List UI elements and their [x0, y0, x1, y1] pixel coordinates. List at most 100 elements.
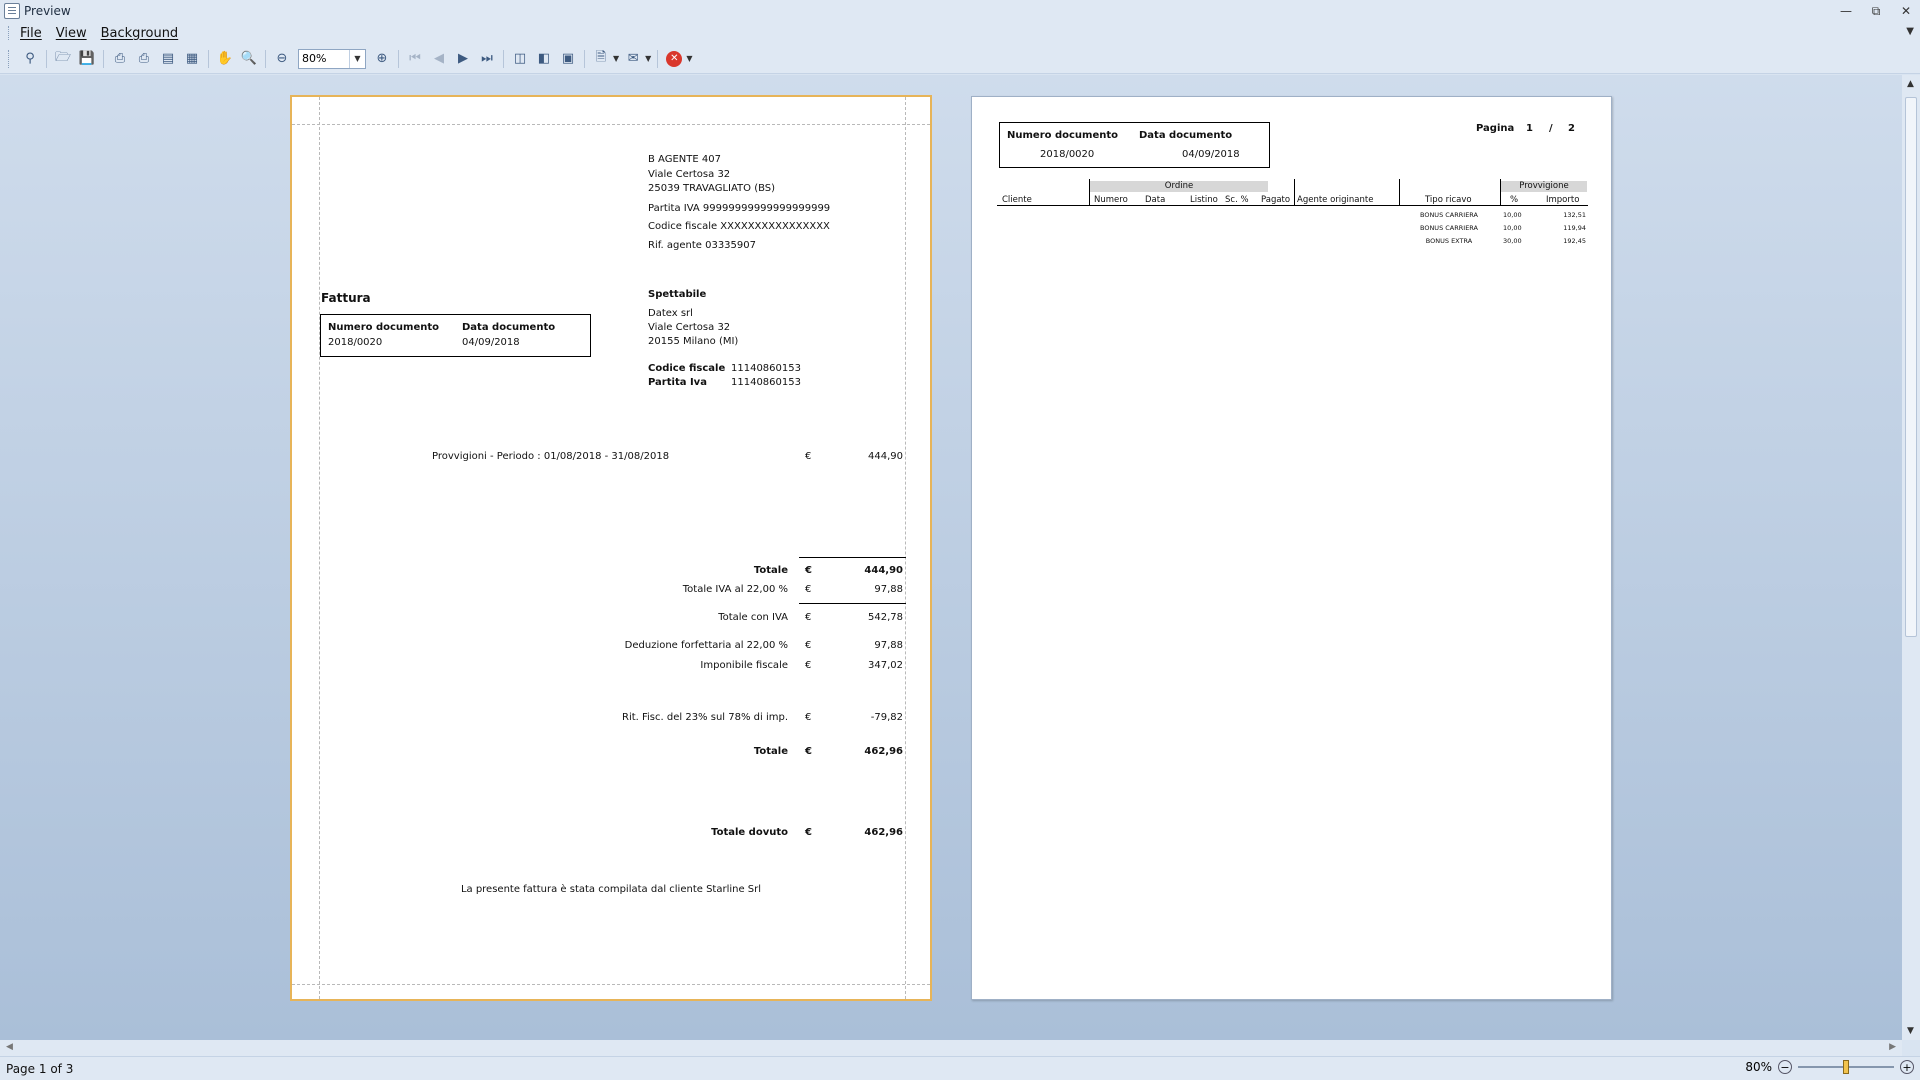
flat-deduction-label: Deduzione forfettaria al 22,00 % [624, 640, 788, 651]
restore-icon[interactable]: ⧉ [1868, 3, 1884, 19]
print-dialog-icon[interactable]: ⎙ [110, 49, 130, 69]
scroll-down-icon[interactable]: ▼ [1907, 1026, 1914, 1036]
recipient-city: 20155 Milano (MI) [648, 336, 739, 347]
toolbar-separator [103, 49, 104, 68]
watermark-icon[interactable]: ▣ [558, 49, 578, 69]
totals-rule [799, 603, 906, 604]
vat-total-currency: € [805, 584, 812, 595]
page-separator: / [1549, 123, 1553, 134]
column-rule [1399, 179, 1400, 205]
amount-due-label: Totale dovuto [711, 827, 788, 838]
zoom-combo[interactable]: ▼ [298, 48, 366, 69]
column-header-agente: Agente originante [1297, 195, 1374, 205]
detail-document-box: Numero documento Data documento 2018/002… [999, 122, 1270, 168]
scroll-right-icon[interactable]: ▶ [1889, 1042, 1896, 1052]
doc-date: 04/09/2018 [462, 337, 520, 348]
scroll-up-icon[interactable]: ▲ [1907, 79, 1914, 89]
preview-app-icon [4, 3, 20, 19]
toolbar-separator [208, 49, 209, 68]
find-icon[interactable]: ⚲ [20, 49, 40, 69]
preview-area[interactable] [0, 75, 1902, 1040]
column-header-tipo-ricavo: Tipo ricavo [1425, 195, 1472, 205]
column-rule [1500, 179, 1501, 205]
net-total-amount: 462,96 [864, 746, 903, 757]
doc-date-label: Data documento [462, 322, 556, 333]
vat-total-label: Totale IVA al 22,00 % [682, 584, 788, 595]
email-icon[interactable]: ✉ [623, 49, 643, 69]
total-with-vat-currency: € [805, 612, 812, 623]
scale-icon[interactable]: ▦ [182, 49, 202, 69]
email-dropdown-icon[interactable]: ▼ [645, 54, 651, 63]
title-bar: Preview — ⧉ ✕ [0, 0, 1920, 22]
column-header-pagato: Pagato [1261, 195, 1291, 205]
header-rule [997, 205, 1588, 206]
zoom-in-icon[interactable]: ⊕ [372, 49, 392, 69]
scrollbar-thumb[interactable] [1905, 97, 1917, 637]
line-item-description: Provvigioni - Periodo : 01/08/2018 - 31/… [432, 451, 670, 462]
menu-view[interactable]: View [56, 26, 87, 41]
toolbar-separator [584, 49, 585, 68]
next-page-icon[interactable]: ▶ [453, 49, 473, 69]
column-header-importo: Importo [1546, 195, 1580, 205]
page-total: 2 [1568, 123, 1575, 134]
window-controls: — ⧉ ✕ [1838, 0, 1914, 22]
withholding-label: Rit. Fisc. del 23% sul 78% di imp. [622, 712, 788, 723]
hand-tool-icon[interactable]: ✋ [215, 49, 235, 69]
zoom-out-icon[interactable]: − [1778, 1060, 1792, 1074]
zoom-control: 80% − + [1745, 1060, 1914, 1074]
horizontal-scrollbar[interactable]: ◀ ▶ [0, 1040, 1902, 1056]
print-icon[interactable]: ⎙ [134, 49, 154, 69]
recipient-label: Spettabile [648, 289, 707, 300]
minimize-icon[interactable]: — [1838, 3, 1854, 19]
previous-page-icon[interactable]: ◀ [429, 49, 449, 69]
taxable-base-amount: 347,02 [868, 660, 903, 671]
column-header-data: Data [1145, 195, 1166, 205]
total-currency: € [805, 565, 812, 576]
multiple-pages-icon[interactable]: ◫ [510, 49, 530, 69]
recipient-name: Datex srl [648, 308, 693, 319]
detail-doc-date-label: Data documento [1139, 130, 1233, 141]
vertical-scrollbar[interactable]: ▲ ▼ [1902, 75, 1920, 1040]
menu-bar: File View Background ▼ [0, 22, 1920, 44]
row-percent: 10,00 [1503, 211, 1522, 219]
withholding-currency: € [805, 712, 812, 723]
margin-guide [292, 984, 930, 985]
open-icon[interactable]: 🗁 [53, 49, 73, 69]
row-percent: 10,00 [1503, 224, 1522, 232]
zoom-input[interactable] [299, 52, 349, 65]
close-preview-icon[interactable]: ✕ [666, 50, 683, 67]
total-label: Totale [753, 565, 788, 576]
agent-city: 25039 TRAVAGLIATO (BS) [648, 183, 776, 194]
net-total-label: Totale [753, 746, 788, 757]
column-header-listino: Listino [1190, 195, 1218, 205]
first-page-icon[interactable]: ⏮ [405, 49, 425, 69]
page-setup-icon[interactable]: ▤ [158, 49, 178, 69]
close-icon[interactable]: ✕ [1898, 3, 1914, 19]
detail-doc-number-label: Numero documento [1007, 130, 1119, 141]
row-importo: 119,94 [1563, 224, 1586, 232]
export-dropdown-icon[interactable]: ▼ [613, 54, 619, 63]
zoom-in-icon[interactable]: + [1900, 1060, 1914, 1074]
toolbar-overflow-icon[interactable]: ▼ [686, 54, 692, 63]
scroll-left-icon[interactable]: ◀ [6, 1042, 13, 1052]
zoom-slider[interactable] [1798, 1060, 1894, 1074]
recipient-tax-code-label: Codice fiscale [648, 363, 726, 374]
agent-name: B AGENTE 407 [648, 154, 721, 165]
zoom-out-icon[interactable]: ⊖ [272, 49, 292, 69]
menubar-overflow-icon[interactable]: ▼ [1906, 26, 1914, 37]
taxable-base-label: Imponibile fiscale [700, 660, 788, 671]
margin-guide [319, 97, 320, 999]
last-page-icon[interactable]: ⏭ [477, 49, 497, 69]
save-icon[interactable]: 💾 [77, 49, 97, 69]
menu-file[interactable]: File [20, 26, 42, 41]
export-icon[interactable]: 🗎 [591, 49, 611, 69]
line-item-currency: € [805, 451, 812, 462]
zoom-slider-thumb[interactable] [1843, 1060, 1849, 1074]
color-icon[interactable]: ◧ [534, 49, 554, 69]
magnifier-icon[interactable]: 🔍 [239, 49, 259, 69]
window-title: Preview [24, 4, 71, 18]
zoom-percentage: 80% [1745, 1060, 1772, 1074]
total-amount: 444,90 [864, 565, 903, 576]
chevron-down-icon[interactable]: ▼ [349, 49, 365, 68]
menu-background[interactable]: Background [101, 26, 179, 41]
